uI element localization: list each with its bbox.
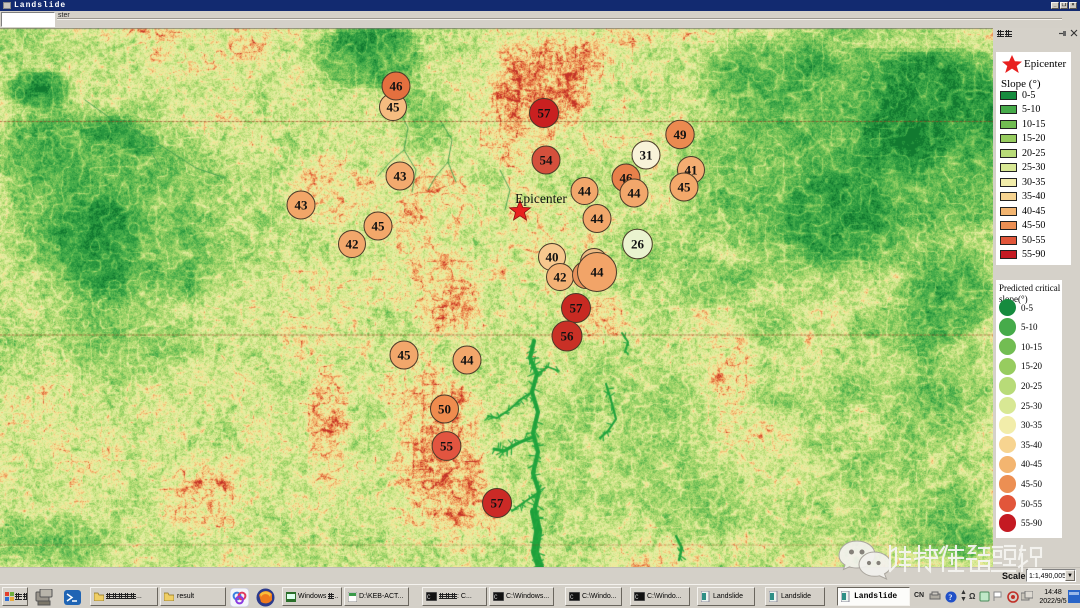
svg-text:43: 43 [394,169,408,184]
svg-text:44: 44 [591,265,605,280]
svg-text:54: 54 [540,153,554,168]
svg-text:43: 43 [295,198,309,213]
svg-text:42: 42 [346,237,359,252]
svg-text:26: 26 [631,237,645,252]
svg-text:50: 50 [438,402,451,417]
svg-text:45: 45 [372,219,386,234]
svg-text:57: 57 [538,106,552,121]
svg-text:44: 44 [578,184,592,199]
svg-text:49: 49 [674,127,688,142]
svg-text:44: 44 [628,186,642,201]
svg-text:C: C [427,594,431,601]
svg-text:45: 45 [398,348,412,363]
svg-text:57: 57 [570,301,584,316]
svg-text:56: 56 [561,329,575,344]
svg-text:55: 55 [440,439,454,454]
svg-text:C: C [635,594,639,601]
svg-text:44: 44 [461,353,475,368]
svg-text:?: ? [948,593,952,602]
svg-text:C: C [494,594,498,601]
svg-text:C: C [570,594,574,601]
svg-text:46: 46 [390,79,404,94]
svg-text:40: 40 [546,250,559,265]
svg-text:57: 57 [491,496,505,511]
svg-text:42: 42 [554,270,567,285]
svg-text:45: 45 [387,100,401,115]
svg-text:44: 44 [591,211,605,226]
svg-text:Epicenter: Epicenter [515,191,567,206]
svg-text:31: 31 [640,148,653,163]
svg-text:45: 45 [678,180,692,195]
